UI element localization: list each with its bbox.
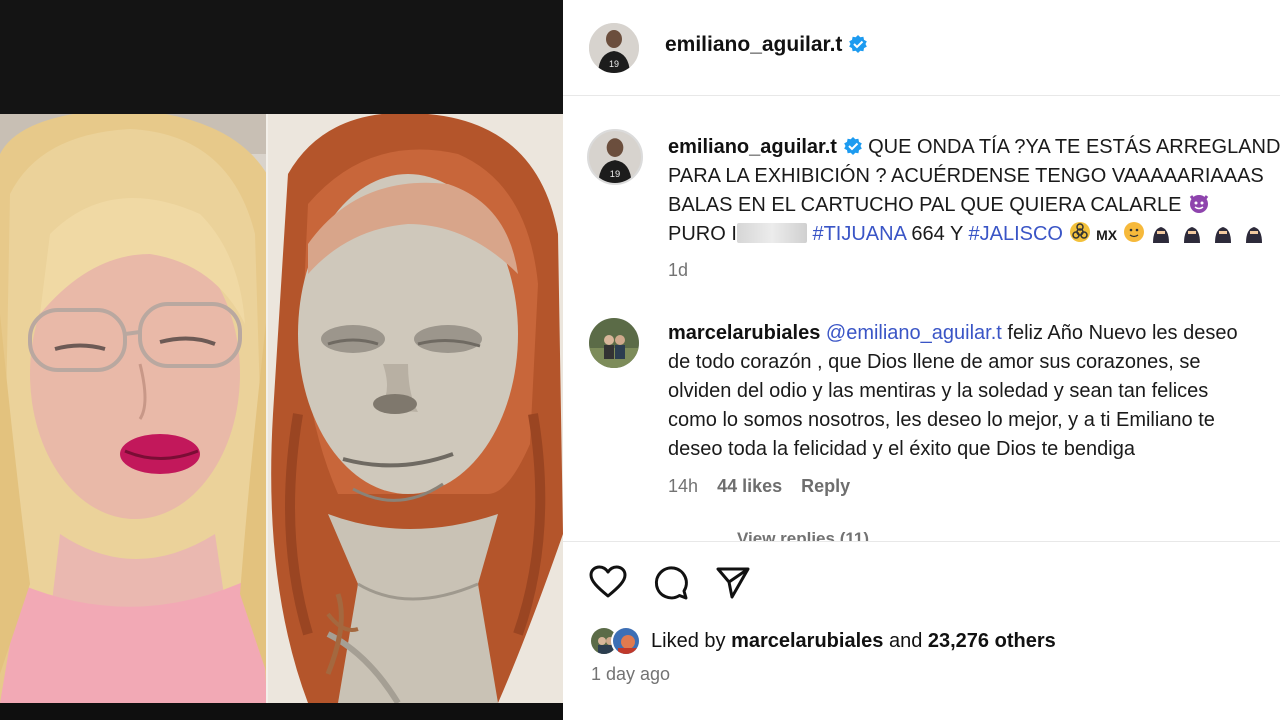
comment-line-3: olviden del odio y las mentiras y la sol… [668, 380, 1209, 402]
ninja-emoji-row-icon [1153, 227, 1263, 243]
svg-text:19: 19 [609, 59, 619, 69]
comment-mention[interactable]: @emiliano_aguilar.t [826, 322, 1002, 344]
caption-mid-text: 664 Y [905, 223, 969, 245]
post-media[interactable] [0, 0, 563, 720]
comments-scroll-area[interactable]: 19 emiliano_aguilar.t QUE ONDA TÍA ?YA T… [563, 96, 1280, 542]
post-header: 19 emiliano_aguilar.t [563, 0, 1280, 96]
smiling-devil-emoji-icon [1189, 195, 1209, 213]
header-username-row[interactable]: emiliano_aguilar.t [665, 33, 868, 57]
liker-avatar-2 [611, 626, 641, 656]
media-top-letterbox [0, 0, 563, 114]
caption-line-3: BALAS EN EL CARTUCHO PAL QUE QUIERA CALA… [668, 194, 1182, 216]
photo-woman-illustration [0, 114, 267, 703]
media-bottom-letterbox [0, 703, 563, 720]
header-username[interactable]: emiliano_aguilar.t [665, 33, 842, 56]
photo-mummy-illustration [268, 114, 563, 703]
caption-author-avatar[interactable]: 19 [587, 129, 643, 185]
caption-line-2: PARA LA EXHIBICIÓN ? ACUÉRDENSE TENGO VA… [668, 165, 1264, 187]
likes-text[interactable]: Liked by marcelarubiales and 23,276 othe… [651, 630, 1056, 653]
svg-text:19: 19 [610, 169, 620, 179]
comment-body: marcelarubiales @emiliano_aguilar.t feli… [668, 319, 1280, 464]
redacted-text [736, 223, 807, 243]
likes-others[interactable]: 23,276 others [928, 630, 1056, 652]
verified-badge-icon [849, 35, 868, 53]
post-side-panel: 19 emiliano_aguilar.t 19 emiliano_aguila… [563, 0, 1280, 720]
comment-line-4: como lo somos nosotros, les deseo lo mej… [668, 409, 1215, 431]
avatar-image [613, 628, 639, 654]
avatar-image [589, 318, 639, 368]
comment-line-1: feliz Año Nuevo les deseo [1001, 322, 1238, 344]
biohazard-emoji-icon [1069, 222, 1090, 242]
heart-icon[interactable] [589, 565, 627, 599]
comment-meta: 14h 44 likes Reply [668, 476, 850, 497]
post-actions-bar [563, 552, 1280, 612]
caption-username[interactable]: emiliano_aguilar.t [668, 136, 837, 158]
avatar-image: 19 [589, 131, 641, 183]
likes-middle: and [883, 630, 928, 652]
comment-reply-button[interactable]: Reply [801, 476, 850, 496]
hashtag-tijuana[interactable]: #TIJUANA [812, 223, 905, 245]
verified-badge-icon [843, 137, 862, 155]
comment-age: 14h [668, 476, 699, 496]
hashtag-jalisco[interactable]: #JALISCO [968, 223, 1062, 245]
caption-age: 1d [668, 260, 689, 280]
post-timeago: 1 day ago [591, 664, 671, 684]
comment-username[interactable]: marcelarubiales [668, 322, 820, 344]
caption-line-4-start: PURO I [668, 223, 737, 245]
comment-line-5: deseo toda la felicidad y el éxito que D… [668, 438, 1135, 460]
likes-prefix: Liked by [651, 630, 732, 652]
photo-mummy [268, 114, 563, 703]
author-avatar[interactable]: 19 [589, 23, 639, 73]
avatar-image: 19 [589, 23, 639, 73]
commenter-avatar[interactable] [589, 318, 639, 368]
post-caption: emiliano_aguilar.t QUE ONDA TÍA ?YA TE E… [668, 133, 1280, 250]
comment-line-2: de todo corazón , que Dios llene de amor… [668, 351, 1201, 373]
likes-user[interactable]: marcelarubiales [731, 630, 883, 652]
face-emoji-icon [1123, 222, 1144, 242]
view-replies-button[interactable]: View replies (11) [737, 529, 869, 541]
photo-woman [0, 114, 267, 703]
mx-flag-letters: MX [1096, 227, 1118, 243]
caption-line-1: QUE ONDA TÍA ?YA TE ESTÁS ARREGLANDO [868, 136, 1280, 158]
comment-likes[interactable]: 44 likes [717, 476, 782, 496]
send-icon[interactable] [715, 566, 751, 600]
comment-icon[interactable] [653, 565, 689, 601]
